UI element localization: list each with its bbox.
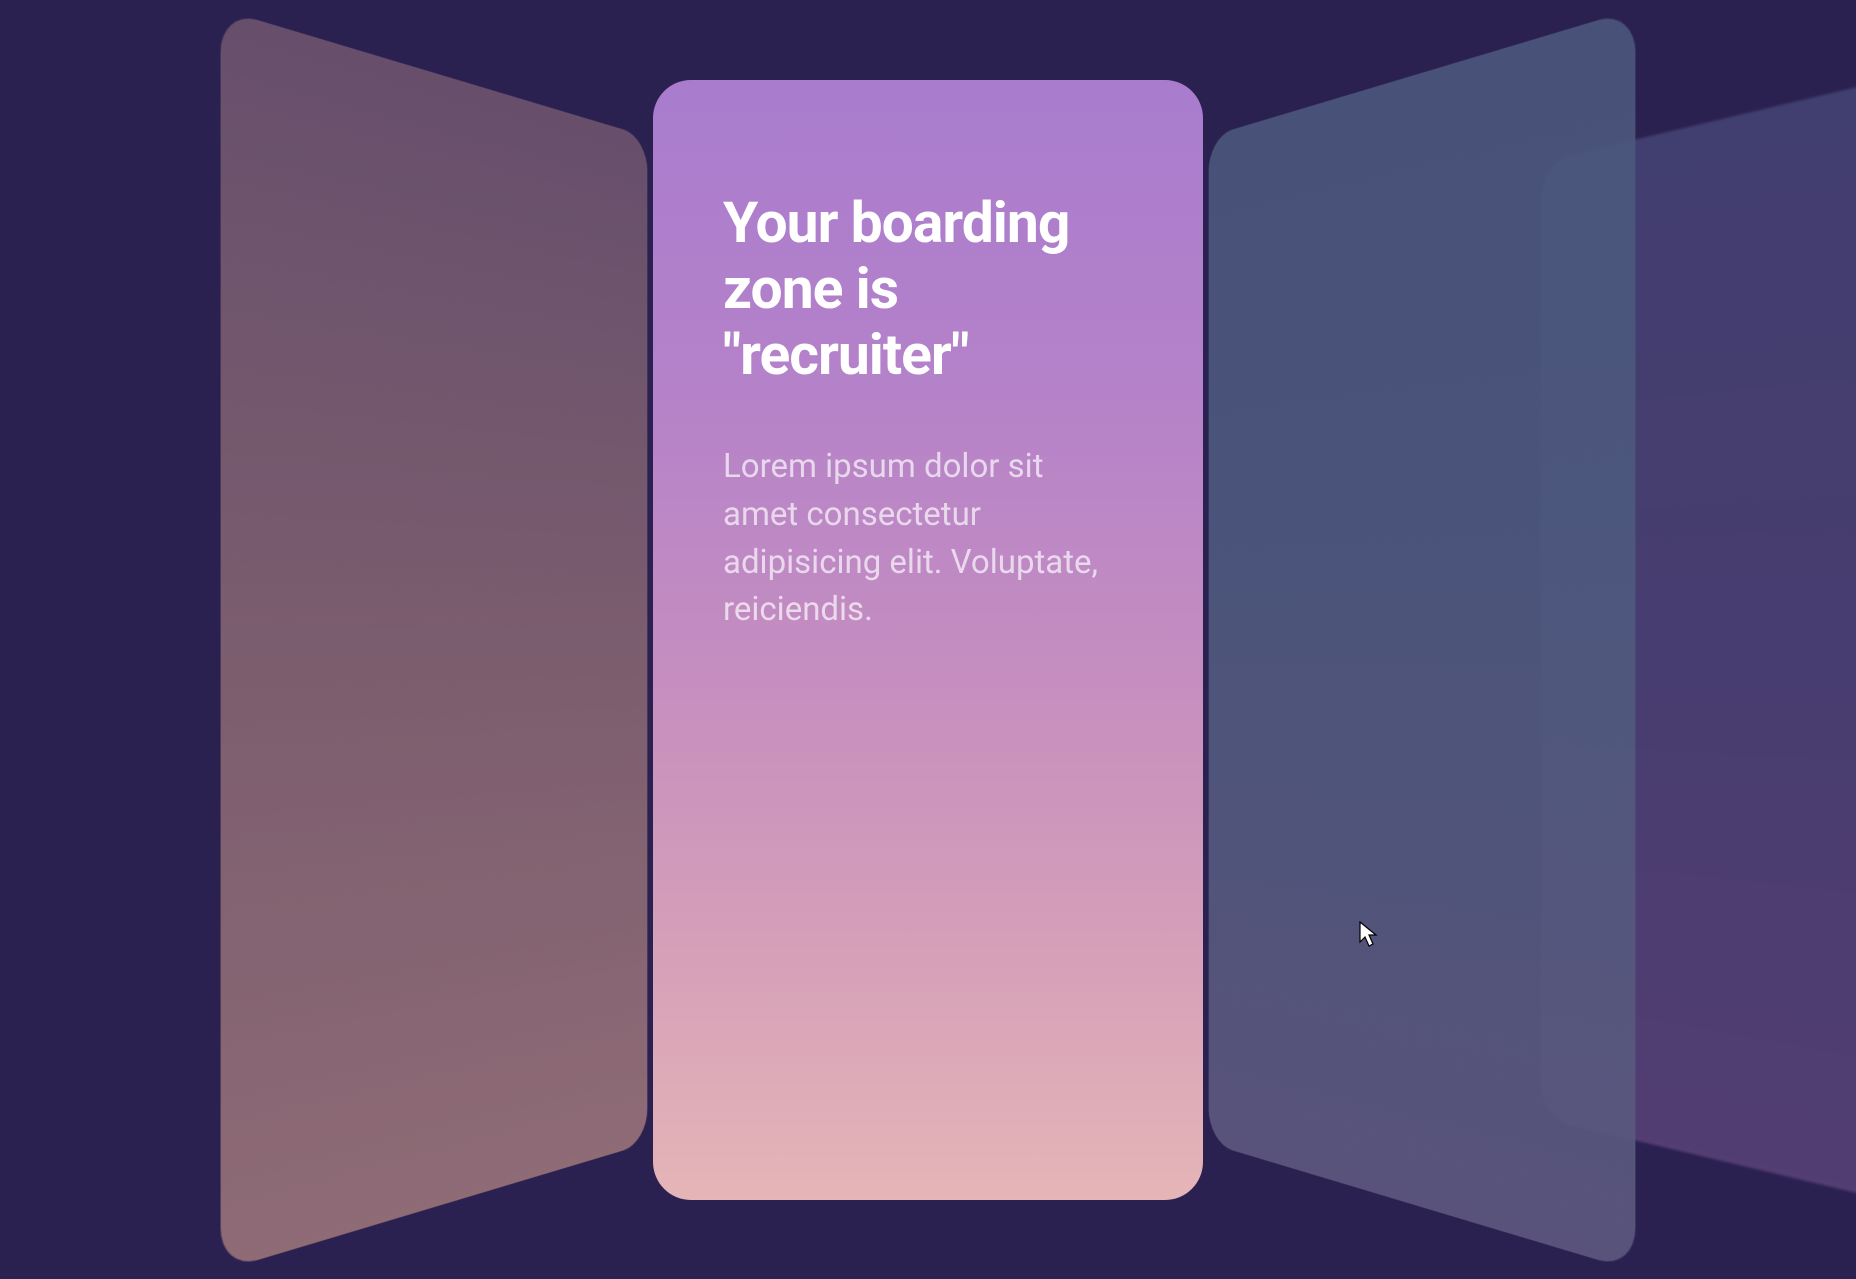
carousel-card-right-near[interactable]: [1209, 8, 1636, 1270]
card-body: Lorem ipsum dolor sit amet consectetur a…: [723, 443, 1123, 634]
carousel-3d-track[interactable]: Your boarding zone is "recruiter" Lorem …: [0, 0, 1856, 1279]
carousel-card-front[interactable]: Your boarding zone is "recruiter" Lorem …: [653, 80, 1203, 1200]
carousel-card-left[interactable]: [221, 8, 648, 1270]
carousel-stage: Your boarding zone is "recruiter" Lorem …: [0, 0, 1856, 1279]
card-title: Your boarding zone is "recruiter": [723, 190, 1133, 388]
